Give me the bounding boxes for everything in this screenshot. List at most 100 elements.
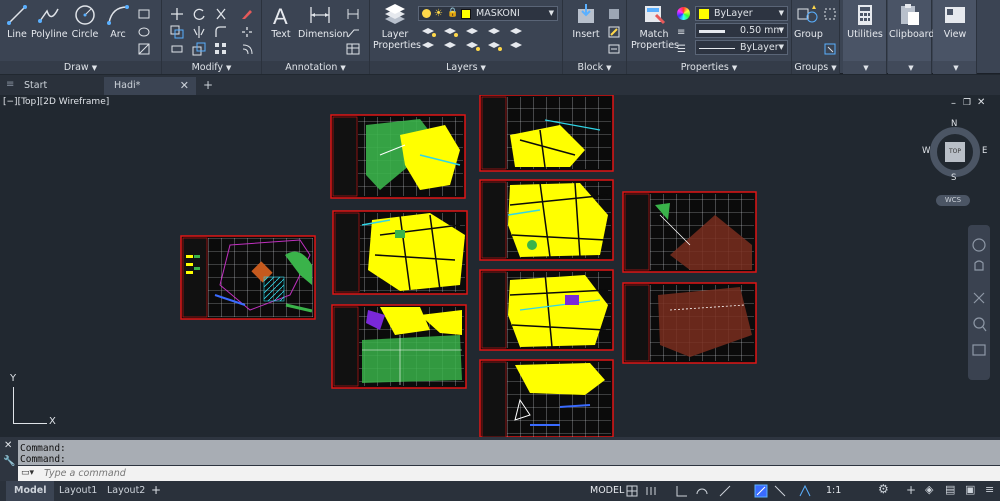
tab-start[interactable]: Start — [14, 77, 102, 95]
copy-icon[interactable] — [170, 25, 184, 39]
clipboard-button[interactable]: Clipboard — [889, 3, 934, 40]
annotation-scale[interactable]: 1:1 — [826, 481, 841, 501]
match-properties-button[interactable]: Match Properties — [631, 3, 679, 51]
wcs-menu[interactable]: WCS — [936, 195, 970, 206]
command-prompt-icon[interactable]: ▭▾ — [21, 466, 34, 481]
clipboard-dropdown[interactable]: ▼ — [888, 61, 931, 74]
lineweight-dropdown[interactable]: 0.50 mm ▼ — [695, 23, 788, 38]
edit-block-icon[interactable] — [607, 25, 621, 39]
group-select-icon[interactable] — [823, 42, 837, 56]
close-command-icon[interactable]: ✕ — [4, 440, 12, 451]
tab-hadi[interactable]: Hadi* ✕ — [104, 77, 196, 95]
scale-icon[interactable] — [192, 42, 206, 56]
group-button[interactable]: Group — [794, 3, 823, 40]
rectangle-icon[interactable] — [137, 7, 151, 21]
viewcube-top-face[interactable]: TOP — [945, 142, 965, 162]
sheet-7[interactable] — [479, 269, 614, 351]
command-input[interactable]: ▭▾ Type a command — [18, 466, 1000, 481]
groups-panel-title[interactable]: Groups ▼ — [792, 61, 839, 74]
utilities-panel[interactable]: Utilities ▼ — [843, 0, 887, 74]
view-button[interactable]: View — [935, 3, 975, 40]
utilities-dropdown[interactable]: ▼ — [843, 61, 886, 74]
stretch-icon[interactable] — [170, 42, 184, 56]
hatch-icon[interactable] — [137, 25, 151, 39]
customize-wrench-icon[interactable]: 🔧 — [3, 456, 15, 467]
explode-icon[interactable] — [240, 25, 254, 39]
layer-tools-icons[interactable] — [420, 25, 555, 57]
sheet-4[interactable] — [331, 304, 467, 389]
modify-panel-title[interactable]: Modify ▼ — [162, 61, 261, 74]
color-dropdown[interactable]: ByLayer ▼ — [695, 6, 788, 21]
sheet-8[interactable] — [479, 359, 614, 437]
drawing-canvas[interactable]: [−][Top][2D Wireframe] – ❐ ✕ TOP N S W E… — [0, 95, 1000, 437]
layer-properties-button[interactable]: Layer Properties — [373, 3, 421, 51]
properties-panel-title[interactable]: Properties ▼ — [627, 61, 791, 74]
sheet-9[interactable] — [622, 191, 757, 273]
compass-north[interactable]: N — [951, 119, 957, 129]
restore-viewport-icon[interactable]: ❐ — [963, 98, 971, 108]
arc-button[interactable]: Arc — [104, 3, 132, 40]
sheet-3[interactable] — [332, 210, 468, 295]
offset-icon[interactable] — [240, 42, 254, 56]
linetype-dropdown[interactable]: ByLayer ▼ — [695, 40, 788, 55]
new-tab-icon[interactable]: + — [203, 78, 213, 92]
erase-icon[interactable] — [240, 7, 254, 21]
ribbon: Line Polyline Circle Arc Draw ▼ Modify ▼… — [0, 0, 1000, 74]
fillet-icon[interactable] — [214, 25, 228, 39]
linear-dim-icon[interactable] — [346, 7, 360, 21]
layer-dropdown[interactable]: ☀ 🔒 MASKONI ▼ — [418, 6, 558, 21]
clean-screen-icon[interactable]: ▣ — [965, 483, 975, 496]
circle-button[interactable]: Circle — [70, 3, 100, 40]
sheet-10[interactable] — [622, 282, 757, 364]
clipboard-panel[interactable]: Clipboard ▼ — [888, 0, 934, 74]
compass-south[interactable]: S — [951, 173, 956, 183]
utilities-button[interactable]: Utilities — [845, 3, 885, 40]
view-dropdown[interactable]: ▼ — [933, 61, 976, 74]
gear-icon[interactable]: ⚙ — [878, 482, 889, 496]
draw-panel-title[interactable]: Draw ▼ — [0, 61, 161, 74]
layer-properties-label: Layer Properties — [373, 29, 422, 51]
block-panel-title[interactable]: Block ▼ — [563, 61, 626, 74]
compass-west[interactable]: W — [922, 146, 930, 156]
viewcube[interactable]: TOP N S W E — [922, 119, 987, 183]
status-toggles[interactable] — [625, 484, 895, 498]
sheet-6[interactable] — [479, 179, 614, 261]
tab-layout1[interactable]: Layout1 — [51, 481, 105, 501]
layers-panel-title[interactable]: Layers ▼ — [370, 61, 562, 74]
trim-icon[interactable] — [214, 7, 228, 21]
leader-icon[interactable] — [346, 25, 360, 39]
array-icon[interactable] — [214, 42, 228, 56]
customization-menu-icon[interactable]: ≡ — [985, 483, 994, 496]
rotate-icon[interactable] — [192, 7, 206, 21]
dimension-button[interactable]: Dimension — [298, 3, 349, 40]
table-icon[interactable] — [346, 42, 360, 56]
polyline-button[interactable]: Polyline — [31, 3, 68, 40]
drawing-sheets[interactable] — [0, 95, 1000, 437]
text-button[interactable]: A Text — [266, 3, 296, 40]
navigation-tools[interactable] — [968, 225, 990, 380]
ungroup-icon[interactable] — [823, 7, 837, 21]
mirror-icon[interactable] — [192, 25, 206, 39]
tab-layout2[interactable]: Layout2 — [99, 481, 153, 501]
close-viewport-icon[interactable]: ✕ — [977, 97, 985, 108]
tab-model[interactable]: Model — [6, 481, 55, 501]
gradient-icon[interactable] — [137, 42, 151, 56]
close-tab-icon[interactable]: ✕ — [180, 77, 189, 95]
plus-icon[interactable]: + — [906, 483, 916, 497]
sheet-1[interactable] — [180, 235, 316, 320]
sheet-2[interactable] — [330, 114, 466, 199]
create-block-icon[interactable] — [607, 7, 621, 21]
minimize-viewport-icon[interactable]: – — [951, 98, 956, 109]
line-button[interactable]: Line — [4, 3, 30, 40]
new-layout-icon[interactable]: + — [151, 483, 161, 497]
hardware-acceleration-icon[interactable]: ▤ — [945, 483, 955, 496]
attribute-icon[interactable] — [607, 42, 621, 56]
compass-east[interactable]: E — [982, 146, 987, 156]
isolate-objects-icon[interactable]: ◈ — [925, 483, 933, 496]
sheet-5[interactable] — [479, 95, 614, 172]
model-space-toggle[interactable]: MODEL — [590, 481, 624, 501]
insert-button[interactable]: Insert — [571, 3, 601, 40]
annotation-panel-title[interactable]: Annotation ▼ — [262, 61, 369, 74]
move-icon[interactable] — [170, 7, 184, 21]
view-panel[interactable]: View ▼ — [933, 0, 977, 74]
